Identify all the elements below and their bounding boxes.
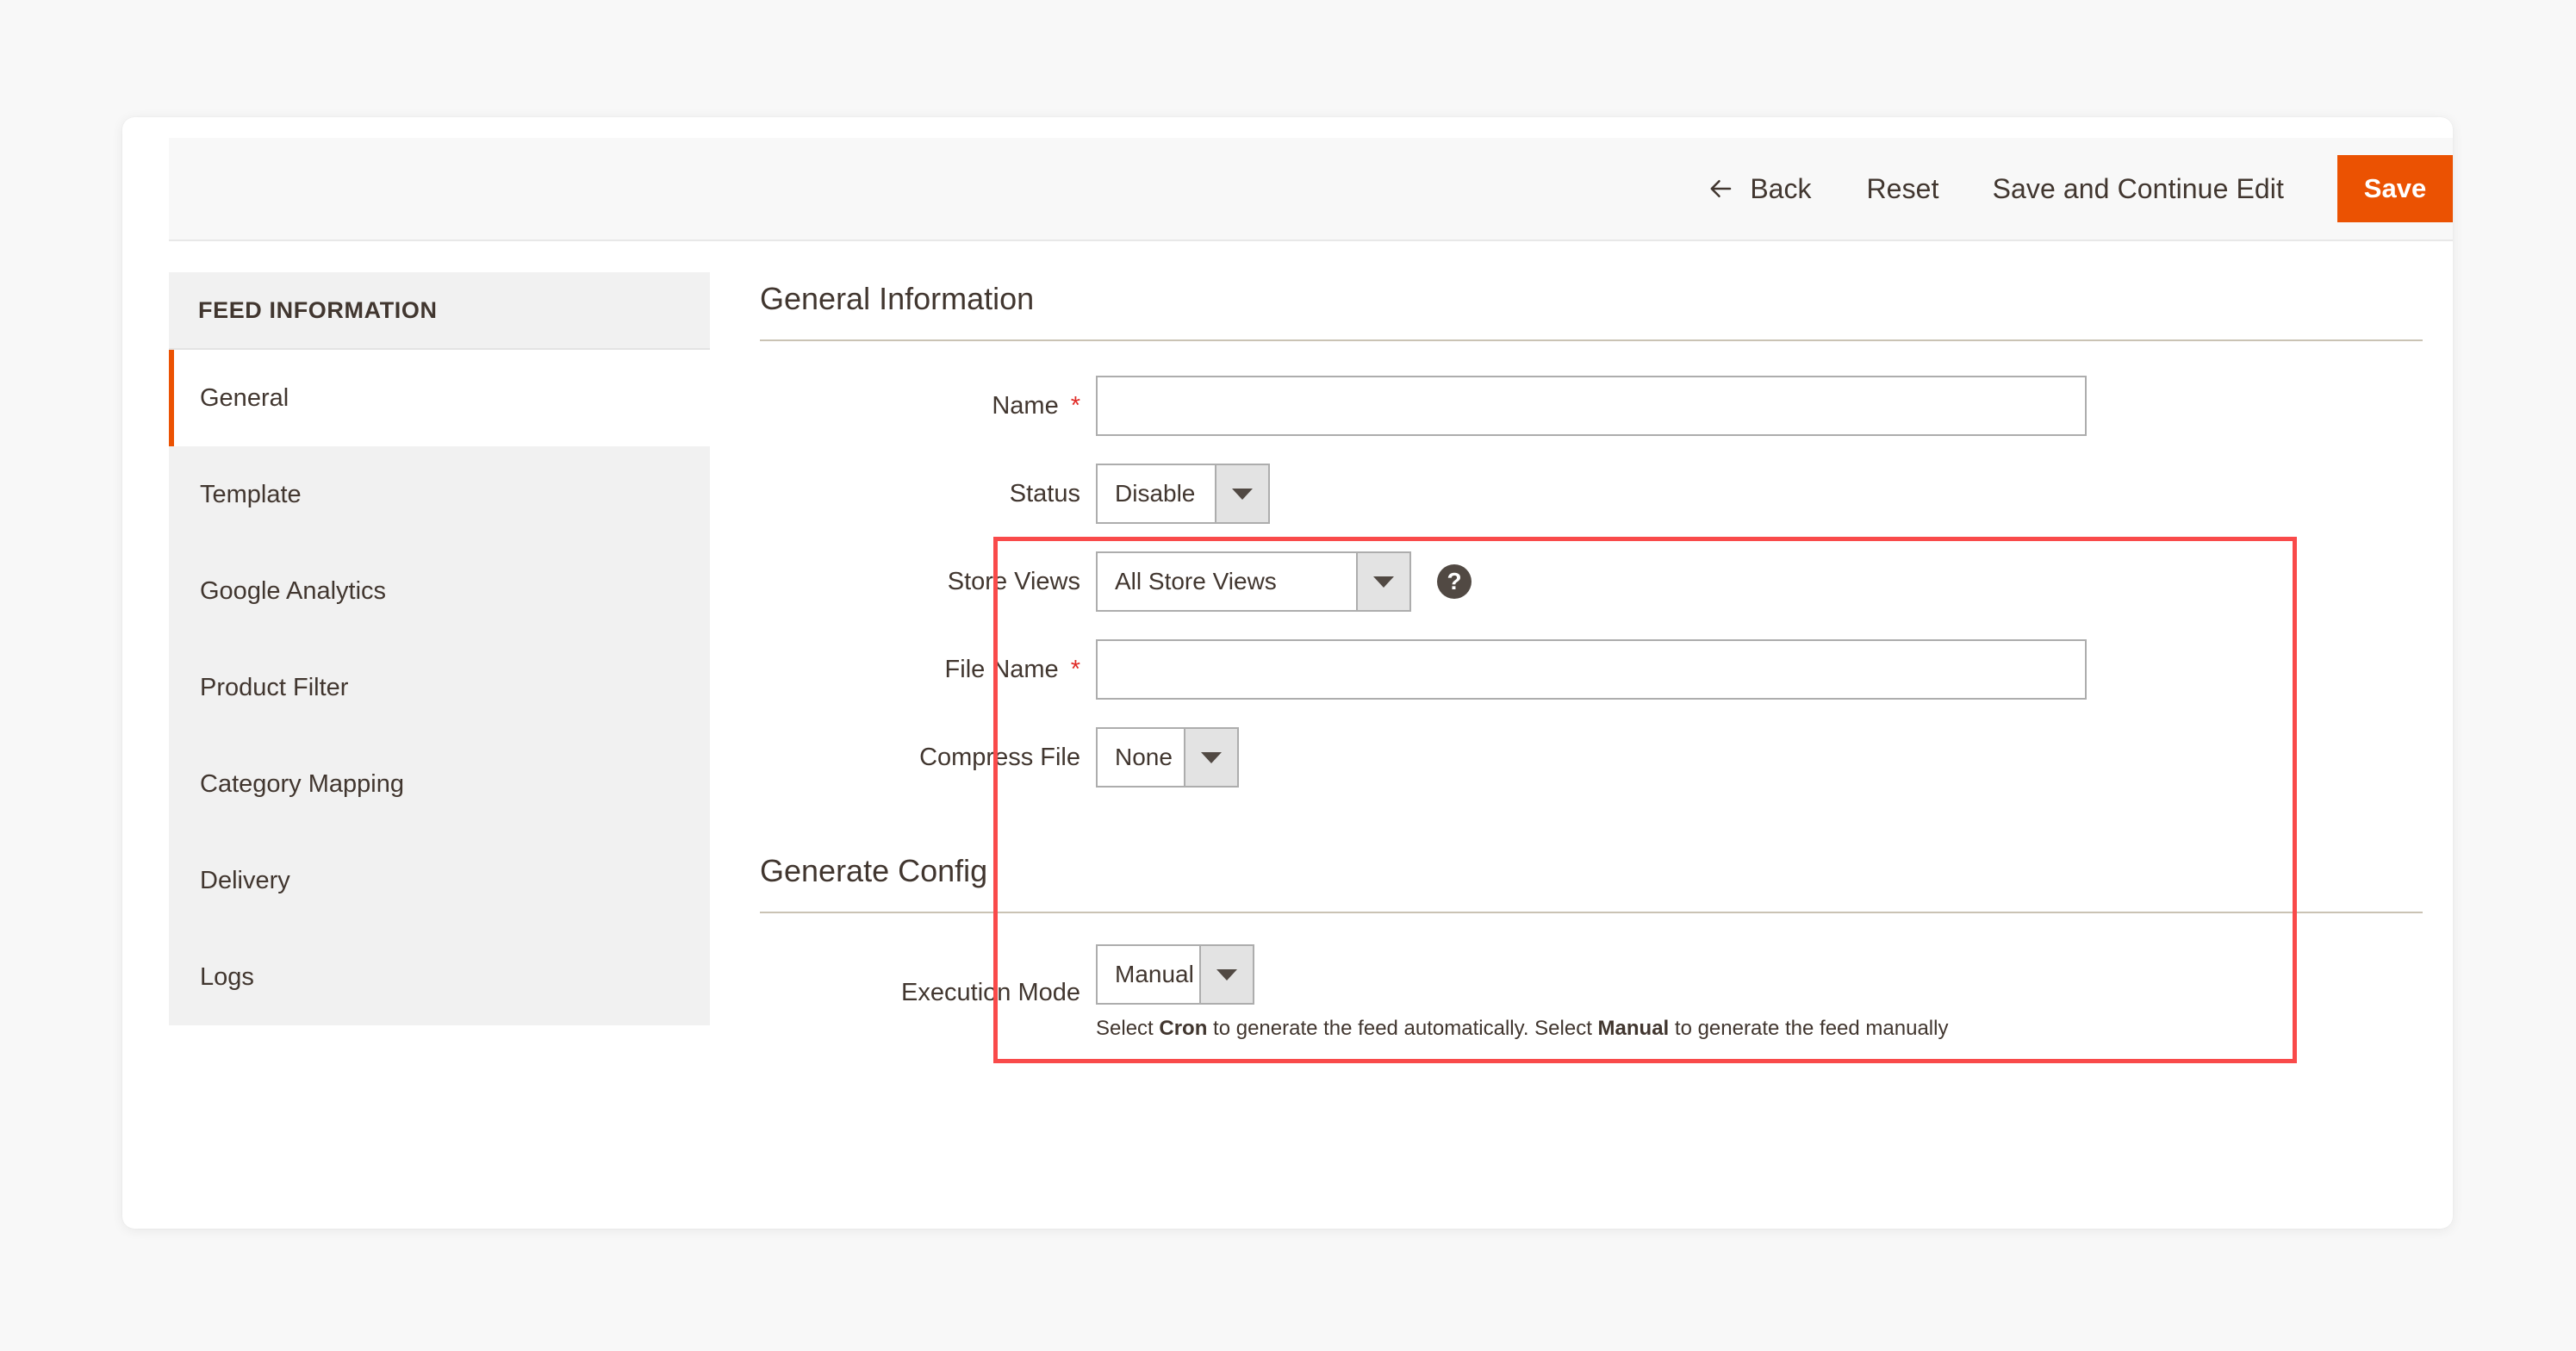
field-row-file-name: File Name * [760,636,2423,703]
store-views-select-value: All Store Views [1115,568,1277,595]
chevron-down-icon [1184,729,1237,786]
sidebar-item-label: Template [200,480,302,508]
name-field-label: Name * [992,391,1080,420]
sidebar-item-template[interactable]: Template [169,446,710,543]
field-row-compress-file: Compress File None [760,724,2423,791]
chevron-down-icon [1199,946,1253,1003]
file-name-field-label: File Name * [944,655,1080,683]
save-button[interactable]: Save [2337,155,2453,222]
field-row-status: Status Disable [760,460,2423,527]
sidebar-item-google-analytics[interactable]: Google Analytics [169,543,710,639]
store-views-field-label: Store Views [947,567,1080,595]
sidebar-item-label: Google Analytics [200,576,387,605]
sidebar-title: FEED INFORMATION [169,272,710,350]
status-select[interactable]: Disable [1096,464,1270,524]
sidebar-item-label: Delivery [200,866,290,894]
required-marker: * [1070,655,1080,683]
sidebar-item-logs[interactable]: Logs [169,929,710,1025]
compress-file-select-value: None [1115,744,1173,770]
required-marker: * [1070,391,1080,420]
page-root: Back Reset Save and Continue Edit Save F… [0,0,2576,1351]
arrow-left-icon [1708,176,1734,202]
page-actions-toolbar: Back Reset Save and Continue Edit Save [169,138,2453,241]
store-views-select[interactable]: All Store Views [1096,551,1411,612]
execution-mode-select[interactable]: Manual [1096,944,1254,1005]
sidebar-item-product-filter[interactable]: Product Filter [169,639,710,736]
sidebar-item-label: Logs [200,962,254,991]
sidebar-item-delivery[interactable]: Delivery [169,832,710,929]
field-row-execution-mode: Execution Mode Manual Select Cron to gen… [760,944,2423,1041]
question-mark-icon[interactable]: ? [1437,564,1472,599]
save-and-continue-edit-button[interactable]: Save and Continue Edit [1993,173,2284,205]
chevron-down-icon [1356,553,1409,610]
sidebar-item-label: General [200,383,289,412]
file-name-input[interactable] [1096,639,2087,700]
admin-form-card: Back Reset Save and Continue Edit Save F… [122,117,2453,1229]
back-button-label: Back [1750,172,1812,204]
reset-button[interactable]: Reset [1866,173,1938,205]
general-information-heading: General Information [760,281,1035,316]
execution-mode-field-label: Execution Mode [901,978,1080,1006]
generate-config-heading: Generate Config [760,853,988,888]
sidebar-item-category-mapping[interactable]: Category Mapping [169,736,710,832]
status-select-value: Disable [1115,480,1196,507]
field-row-name: Name * [760,372,2423,439]
execution-mode-select-value: Manual [1115,961,1194,987]
feed-information-sidebar: FEED INFORMATION General Template Google… [169,272,710,1025]
sidebar-item-general[interactable]: General [169,350,710,446]
sidebar-item-label: Category Mapping [200,769,404,798]
back-button[interactable]: Back [1708,173,1811,205]
name-input[interactable] [1096,376,2087,436]
sidebar-item-label: Product Filter [200,673,349,701]
execution-mode-note: Select Cron to generate the feed automat… [1096,1017,1949,1040]
compress-file-select[interactable]: None [1096,727,1239,788]
form-content: General Information Name * Status Disabl… [760,281,2423,1041]
status-field-label: Status [1009,479,1080,507]
field-row-store-views: Store Views All Store Views ? [760,548,2423,615]
chevron-down-icon [1215,465,1268,522]
compress-file-field-label: Compress File [919,743,1080,771]
